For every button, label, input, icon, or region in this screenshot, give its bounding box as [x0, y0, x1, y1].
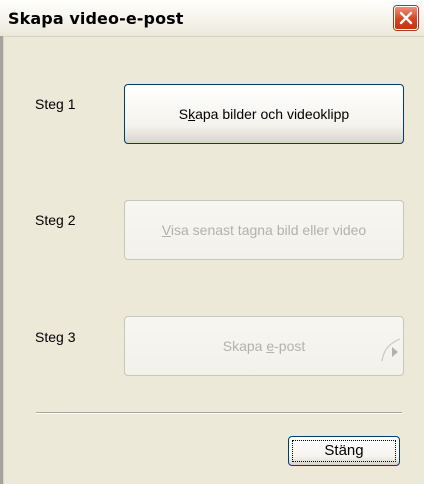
close-button-label: Stäng [324, 442, 364, 459]
close-icon [399, 11, 413, 25]
footer-separator-highlight [36, 413, 402, 414]
create-images-videos-label: Skapa bilder och videoklipp [178, 106, 350, 122]
title-bar[interactable]: Skapa video-e-post [0, 0, 424, 37]
step-2-label: Steg 2 [35, 212, 76, 228]
window-frame-left-highlight [3, 36, 4, 484]
show-latest-image-video-button[interactable]: Visa senast tagna bild eller video [124, 200, 404, 260]
create-email-label: Skapa e-post [222, 338, 306, 354]
show-latest-image-video-label: Visa senast tagna bild eller video [161, 222, 367, 238]
close-button[interactable]: Stäng [288, 436, 400, 466]
step-1-label: Steg 1 [35, 96, 76, 112]
window-title: Skapa video-e-post [8, 9, 184, 28]
create-images-videos-button[interactable]: Skapa bilder och videoklipp [124, 84, 404, 144]
send-arrow-icon [381, 338, 401, 362]
close-window-button[interactable] [394, 6, 418, 30]
create-email-button[interactable]: Skapa e-post [124, 316, 404, 376]
step-3-label: Steg 3 [35, 329, 76, 345]
dialog-window: Skapa video-e-post Steg 1 Skapa bilder o… [0, 0, 424, 484]
